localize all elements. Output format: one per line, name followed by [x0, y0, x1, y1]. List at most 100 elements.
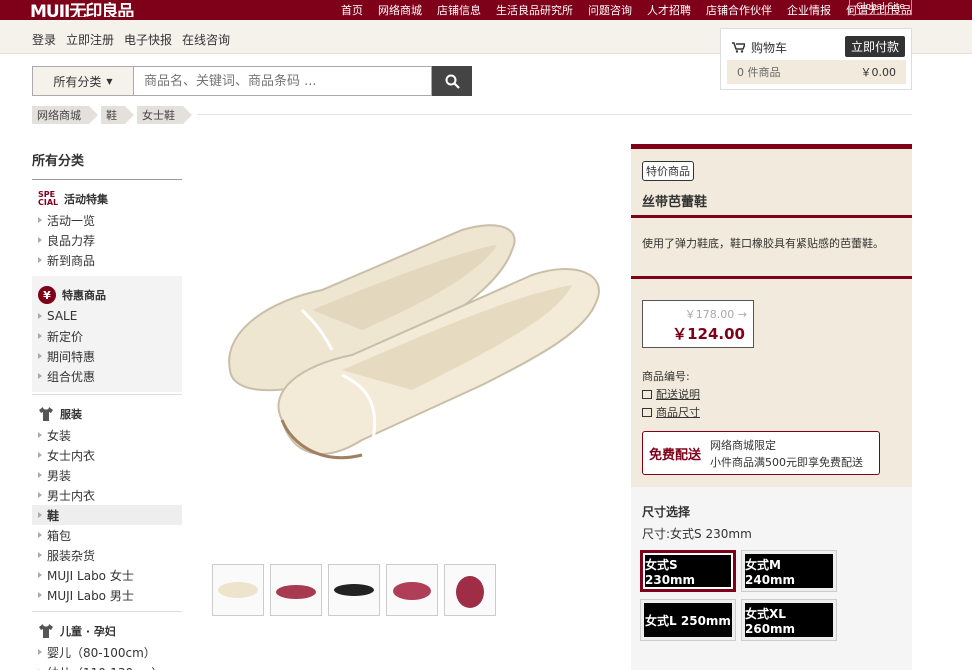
category-select[interactable]: 所有分类 ▼: [32, 66, 134, 96]
ballet-flats-image: [228, 224, 600, 460]
global-site-link[interactable]: Global Site: [849, 0, 912, 15]
sidebar-item[interactable]: 良品力荐: [32, 230, 182, 250]
free-shipping-label: 免费配送: [649, 448, 702, 463]
thumb-red-side: [393, 582, 431, 600]
search-button[interactable]: [432, 66, 472, 96]
size-option-m[interactable]: 女式M 240mm: [741, 550, 837, 592]
product-name: 丝带芭蕾鞋: [642, 195, 708, 210]
breadcrumb-divider: [197, 114, 912, 115]
search-input[interactable]: [134, 66, 432, 96]
sidebar-section-kids: 儿童 · 孕妇 婴儿（80-100cm） 幼儿（110-130cm）: [32, 611, 182, 670]
yen-icon: ¥: [38, 286, 56, 304]
size-option-xl[interactable]: 女式XL 260mm: [741, 599, 837, 641]
sidebar-item[interactable]: 男士内衣: [32, 485, 182, 505]
sidebar-section-header[interactable]: ¥ 特惠商品: [32, 284, 182, 306]
breadcrumb-shoes[interactable]: 鞋: [101, 106, 134, 124]
top-nav: 首页 网络商城 店铺信息 生活良品研究所 问题咨询 人才招聘 店铺合作伙伴 企业…: [341, 0, 912, 20]
caret-down-icon: ▼: [106, 76, 113, 86]
category-select-label: 所有分类: [53, 74, 102, 89]
nav-partners[interactable]: 店铺合作伙伴: [706, 2, 772, 18]
free-shipping-line-1: 网络商城限定: [710, 439, 776, 452]
divider: [631, 276, 912, 279]
sidebar-item[interactable]: 婴儿（80-100cm）: [32, 642, 182, 662]
sidebar-item[interactable]: SALE: [32, 306, 182, 326]
popup-icon: [642, 407, 652, 417]
sidebar-section-header[interactable]: 儿童 · 孕妇: [32, 620, 182, 642]
thumb-red-flats: [276, 585, 316, 599]
sidebar-section-header[interactable]: 服装: [32, 403, 182, 425]
breadcrumb-store[interactable]: 网络商城: [32, 106, 98, 124]
size-info-label: 商品尺寸: [656, 406, 700, 419]
nav-shops[interactable]: 店铺信息: [437, 2, 481, 18]
thumb-red-front: [456, 576, 484, 608]
nav-store[interactable]: 网络商城: [378, 2, 422, 18]
size-selector: 尺寸选择 尺寸:女式S 230mm 女式S 230mm 女式M 240mm 女式…: [631, 487, 912, 670]
shirt-icon: [39, 407, 53, 421]
search-bar: 所有分类 ▼: [32, 66, 472, 96]
sidebar-section-title: 儿童 · 孕妇: [60, 625, 116, 638]
sidebar-section-special: SPE CIAL 活动特集 活动一览 良品力荐 新到商品: [32, 180, 182, 276]
login-link[interactable]: 登录: [32, 31, 56, 48]
thumb-cream-flats: [218, 582, 258, 598]
register-link[interactable]: 立即注册: [66, 31, 114, 48]
size-option-label: 女式L 250mm: [644, 603, 732, 637]
thumb-sole: [334, 584, 374, 596]
thumbnail-2[interactable]: [270, 564, 322, 616]
cart-summary: 0 件商品 ￥0.00: [727, 60, 906, 84]
thumbnail-5[interactable]: [444, 564, 496, 616]
nav-lab[interactable]: 生活良品研究所: [496, 2, 573, 18]
nav-corporate[interactable]: 企业情报: [787, 2, 831, 18]
sidebar-item[interactable]: 女士内衣: [32, 445, 182, 465]
newsletter-link[interactable]: 电子快报: [124, 31, 172, 48]
category-sidebar: 所有分类 SPE CIAL 活动特集 活动一览 良品力荐 新到商品 ¥ 特惠商品…: [32, 150, 182, 670]
sidebar-item[interactable]: 活动一览: [32, 210, 182, 230]
sidebar-item[interactable]: 女装: [32, 425, 182, 445]
nav-faq[interactable]: 问题咨询: [588, 2, 632, 18]
sidebar-item[interactable]: 新定价: [32, 326, 182, 346]
product-thumbnails: [212, 564, 496, 616]
cart-icon: [732, 42, 745, 53]
checkout-button[interactable]: 立即付款: [844, 36, 905, 57]
thumbnail-4[interactable]: [386, 564, 438, 616]
sidebar-section-header[interactable]: SPE CIAL 活动特集: [32, 188, 182, 210]
product-main-image[interactable]: [212, 190, 612, 510]
nav-home[interactable]: 首页: [341, 2, 363, 18]
thumbnail-3[interactable]: [328, 564, 380, 616]
free-shipping-box: 免费配送 网络商城限定 小件商品满500元即享免费配送: [642, 431, 880, 475]
logo[interactable]: MUJI无印良品: [30, 0, 150, 17]
sidebar-section-title: 服装: [60, 408, 82, 421]
sidebar-item[interactable]: MUJI Labo 女士: [32, 565, 182, 585]
sidebar-section-deals: ¥ 特惠商品 SALE 新定价 期间特惠 组合优惠: [32, 276, 182, 392]
cart-title[interactable]: 购物车: [732, 39, 787, 56]
breadcrumb: 网络商城 鞋 女士鞋: [32, 105, 912, 125]
size-info-link[interactable]: 商品尺寸: [642, 404, 700, 420]
size-option-s[interactable]: 女式S 230mm: [640, 550, 736, 592]
shipping-info-label: 配送说明: [656, 388, 700, 401]
special-icon: SPE CIAL: [38, 190, 59, 207]
sidebar-item-active[interactable]: 鞋: [32, 505, 182, 525]
sidebar-section-title: 特惠商品: [62, 289, 106, 302]
sidebar-item[interactable]: 幼儿（110-130cm）: [32, 662, 182, 670]
sidebar-item[interactable]: 箱包: [32, 525, 182, 545]
cart-count: 0 件商品: [737, 66, 781, 79]
nav-jobs[interactable]: 人才招聘: [647, 2, 691, 18]
sale-badge: 特价商品: [642, 161, 694, 181]
sidebar-item[interactable]: MUJI Labo 男士: [32, 585, 182, 605]
popup-icon: [642, 389, 652, 399]
sidebar-section-title: 活动特集: [64, 193, 108, 206]
size-option-label: 女式S 230mm: [645, 555, 731, 587]
new-price: ￥124.00: [672, 325, 745, 343]
sidebar-item[interactable]: 服装杂货: [32, 545, 182, 565]
sidebar-item[interactable]: 期间特惠: [32, 346, 182, 366]
old-price: ￥178.00 →: [684, 308, 747, 321]
sidebar-item[interactable]: 组合优惠: [32, 366, 182, 386]
sidebar-item[interactable]: 新到商品: [32, 250, 182, 270]
sidebar-title: 所有分类: [32, 150, 182, 180]
thumbnail-1[interactable]: [212, 564, 264, 616]
sidebar-item[interactable]: 男装: [32, 465, 182, 485]
search-icon: [445, 74, 460, 89]
breadcrumb-women-shoes[interactable]: 女士鞋: [137, 106, 192, 124]
consult-link[interactable]: 在线咨询: [182, 31, 230, 48]
shipping-info-link[interactable]: 配送说明: [642, 386, 700, 402]
size-option-l[interactable]: 女式L 250mm: [640, 599, 736, 641]
